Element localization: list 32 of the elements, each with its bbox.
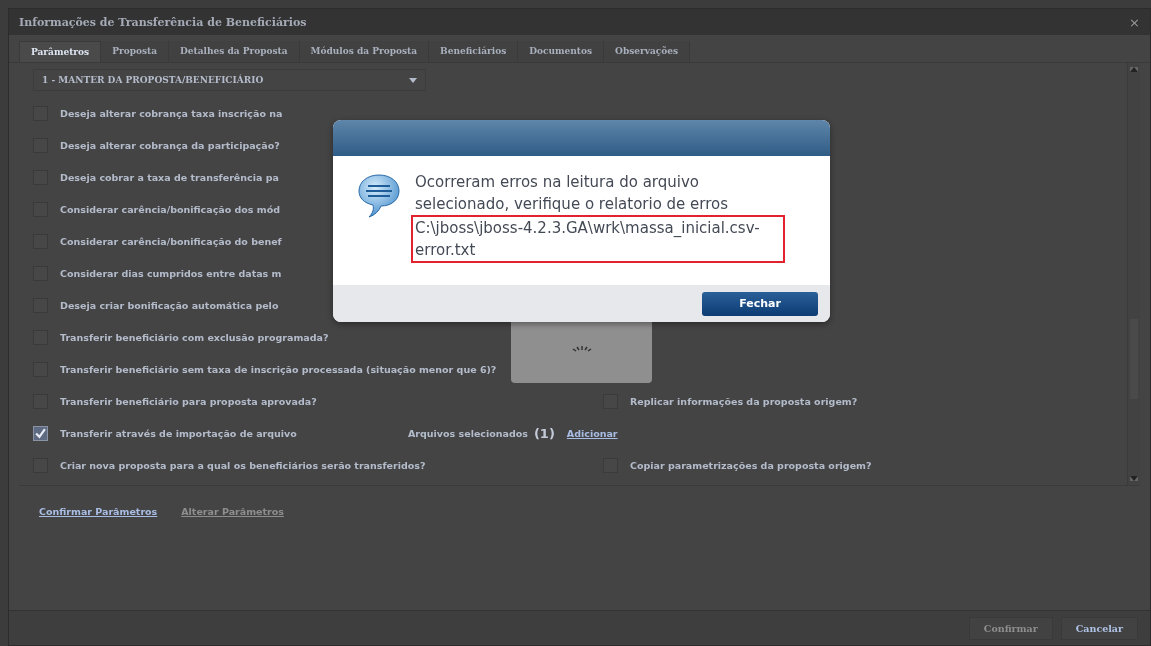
window-title: Informações de Transferência de Beneficiários	[19, 15, 307, 29]
tab[interactable]: Parâmetros	[19, 41, 102, 62]
speech-bubble-icon	[357, 173, 401, 219]
checkbox-label: Considerar carência/bonificação dos mód	[60, 203, 281, 215]
checkbox-label: Deseja alterar cobrança taxa inscrição na	[60, 107, 283, 119]
checkbox-label: Transferir beneficiário com exclusão programada?	[60, 331, 329, 343]
action-link[interactable]: Confirmar Parâmetros	[39, 506, 158, 566]
files-label: Arquivos selecionados	[408, 427, 528, 439]
scroll-down-icon[interactable]	[1130, 476, 1138, 481]
checkbox-label: Deseja cobrar a taxa de transferência pa	[60, 171, 279, 183]
checkbox-label: Transferir através de importação de arquivo	[60, 427, 297, 439]
close-button[interactable]: Fechar	[702, 291, 818, 316]
file-path: C:\jboss\jboss-4.2.3.GA\wrk\massa_inicial.csv-error.txt	[411, 215, 785, 263]
checkbox-label: Transferir beneficiário para proposta aprovada?	[60, 395, 317, 407]
files-count: (1)	[533, 425, 555, 441]
close-button[interactable]: ×	[1129, 14, 1140, 30]
mode-select[interactable]: 1 - MANTER DA PROPOSTA/BENEFICIÁRIO	[33, 69, 426, 91]
error-message: Ocorreram erros na leitura do arquivo selecionado, verifique o relatorio de erros	[415, 172, 730, 215]
scroll-up-icon[interactable]	[1130, 67, 1138, 72]
add-link[interactable]: Adicionar	[566, 427, 618, 439]
checkbox-label: Transferir beneficiário sem taxa de inscrição processada (situação menor que 6)?	[60, 363, 497, 375]
checkbox-label: Considerar carência/bonificação do benef	[60, 235, 282, 247]
caret-icon	[409, 77, 417, 83]
checkbox-label: Replicar informações da proposta origem?	[630, 395, 858, 407]
checkbox-label: Deseja criar bonificação automática pelo	[60, 299, 279, 311]
scrollbar[interactable]	[1127, 63, 1140, 485]
checkbox-label: Copiar parametrizações da proposta origem?	[630, 459, 872, 471]
checkbox-label: Considerar dias cumpridos entre datas m	[60, 267, 282, 279]
footer-button[interactable]: Cancelar	[1060, 616, 1138, 640]
checkbox-label: Deseja alterar cobrança da participação?	[60, 139, 280, 151]
checkbox-label: Criar nova proposta para a qual os beneficiários serão transferidos?	[60, 459, 426, 471]
checkbox[interactable]	[33, 425, 48, 441]
